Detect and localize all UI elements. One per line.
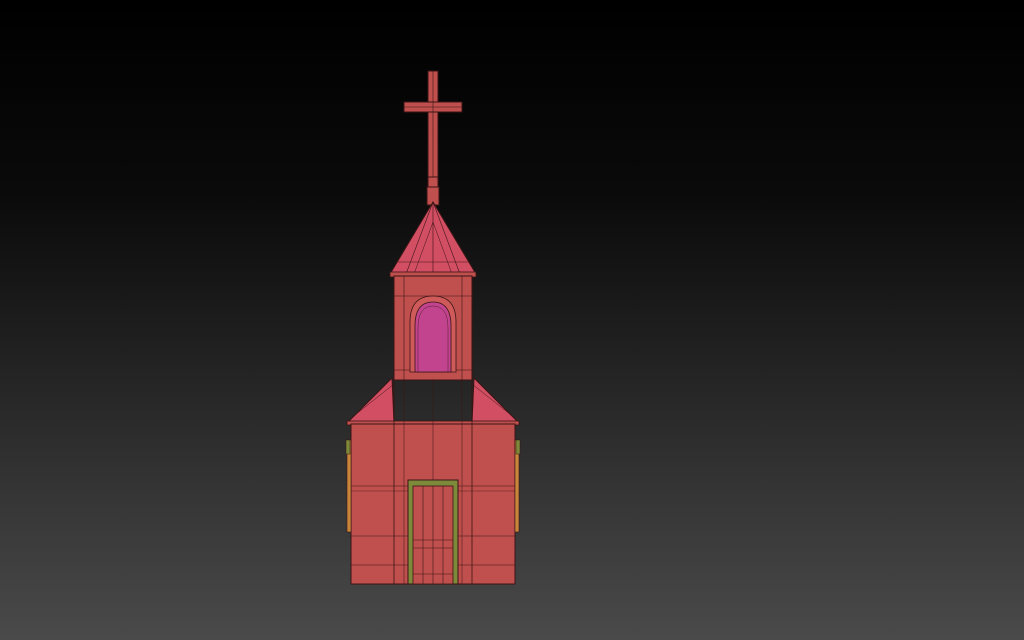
arch-window	[414, 301, 452, 373]
spire[interactable]	[389, 201, 477, 278]
cross[interactable]	[403, 70, 463, 178]
3d-viewport[interactable]	[0, 0, 1024, 640]
finial	[426, 176, 440, 206]
bell-tower[interactable]	[393, 275, 473, 381]
church-model[interactable]	[0, 0, 1024, 640]
door[interactable]	[407, 479, 459, 585]
